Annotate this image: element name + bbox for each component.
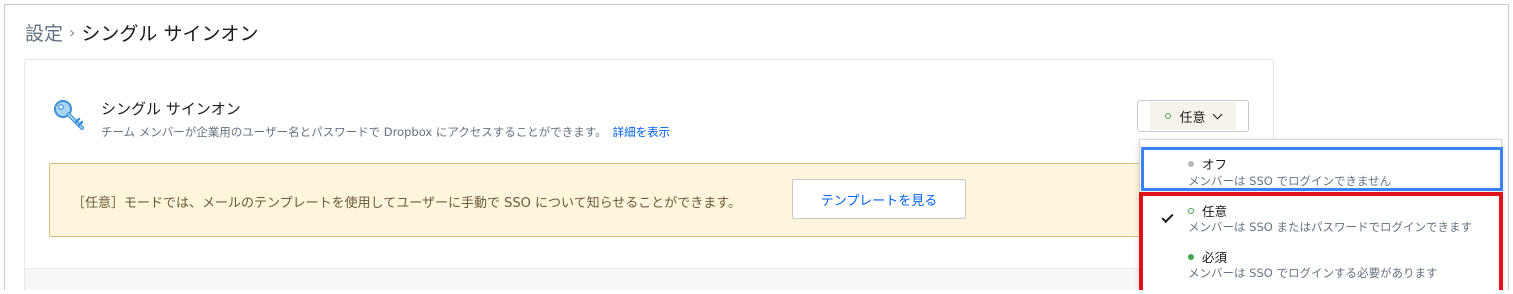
sso-title: シングル サインオン bbox=[101, 100, 241, 118]
view-template-button[interactable]: テンプレートを見る bbox=[792, 179, 966, 219]
key-icon bbox=[54, 100, 84, 130]
dot-outline-green-icon bbox=[1165, 113, 1172, 119]
mode-selected-label: 任意 bbox=[1179, 110, 1206, 126]
breadcrumb: 設定 › シングル サインオン bbox=[25, 19, 258, 46]
chevron-down-icon bbox=[1212, 109, 1222, 119]
checkmark-icon bbox=[1161, 210, 1174, 224]
option-optional-description: メンバーは SSO またはパスワードでログインできます bbox=[1188, 220, 1472, 234]
option-required-title: 必須 bbox=[1188, 247, 1227, 266]
sso-description: チーム メンバーが企業用のユーザー名とパスワードで Dropbox にアクセスす… bbox=[101, 124, 670, 140]
notice-text: ［任意］モードでは、メールのテンプレートを使用してユーザーに手動で SSO につ… bbox=[72, 196, 742, 211]
breadcrumb-settings-link[interactable]: 設定 bbox=[25, 19, 63, 46]
mode-button-content: 任意 bbox=[1150, 102, 1236, 130]
dot-gray-icon bbox=[1188, 160, 1194, 167]
page: 設定 › シングル サインオン シングル サインオン チーム メンバーが企業用の… bbox=[4, 4, 1509, 290]
option-required-label: 必須 bbox=[1202, 250, 1228, 265]
sso-mode-dropdown-button[interactable]: 任意 bbox=[1137, 100, 1249, 132]
option-optional-title: 任意 bbox=[1188, 201, 1227, 220]
sso-description-text: チーム メンバーが企業用のユーザー名とパスワードで Dropbox にアクセスす… bbox=[101, 125, 607, 139]
page-title: シングル サインオン bbox=[81, 23, 259, 45]
card-footer bbox=[25, 268, 1273, 290]
dot-outline-green-icon bbox=[1188, 207, 1194, 214]
sso-settings-card: シングル サインオン チーム メンバーが企業用のユーザー名とパスワードで Dro… bbox=[24, 59, 1279, 290]
sso-mode-dropdown-menu: オフ メンバーは SSO でログインできません 任意 メンバーは SSO または… bbox=[1139, 139, 1502, 290]
breadcrumb-separator-icon: › bbox=[69, 23, 76, 42]
optional-mode-notice: ［任意］モードでは、メールのテンプレートを使用してユーザーに手動で SSO につ… bbox=[49, 163, 1279, 237]
option-off-label: オフ bbox=[1202, 157, 1228, 172]
option-off-title: オフ bbox=[1188, 154, 1227, 173]
option-required[interactable]: 必須 メンバーは SSO でログインする必要があります bbox=[1140, 244, 1501, 288]
dot-green-icon bbox=[1188, 253, 1194, 260]
option-off-description: メンバーは SSO でログインできません bbox=[1188, 174, 1392, 188]
option-optional[interactable]: 任意 メンバーは SSO またはパスワードでログインできます bbox=[1140, 198, 1501, 242]
details-link[interactable]: 詳細を表示 bbox=[613, 125, 671, 139]
option-off[interactable]: オフ メンバーは SSO でログインできません bbox=[1140, 148, 1501, 192]
option-required-description: メンバーは SSO でログインする必要があります bbox=[1188, 266, 1438, 280]
option-optional-label: 任意 bbox=[1202, 204, 1228, 219]
